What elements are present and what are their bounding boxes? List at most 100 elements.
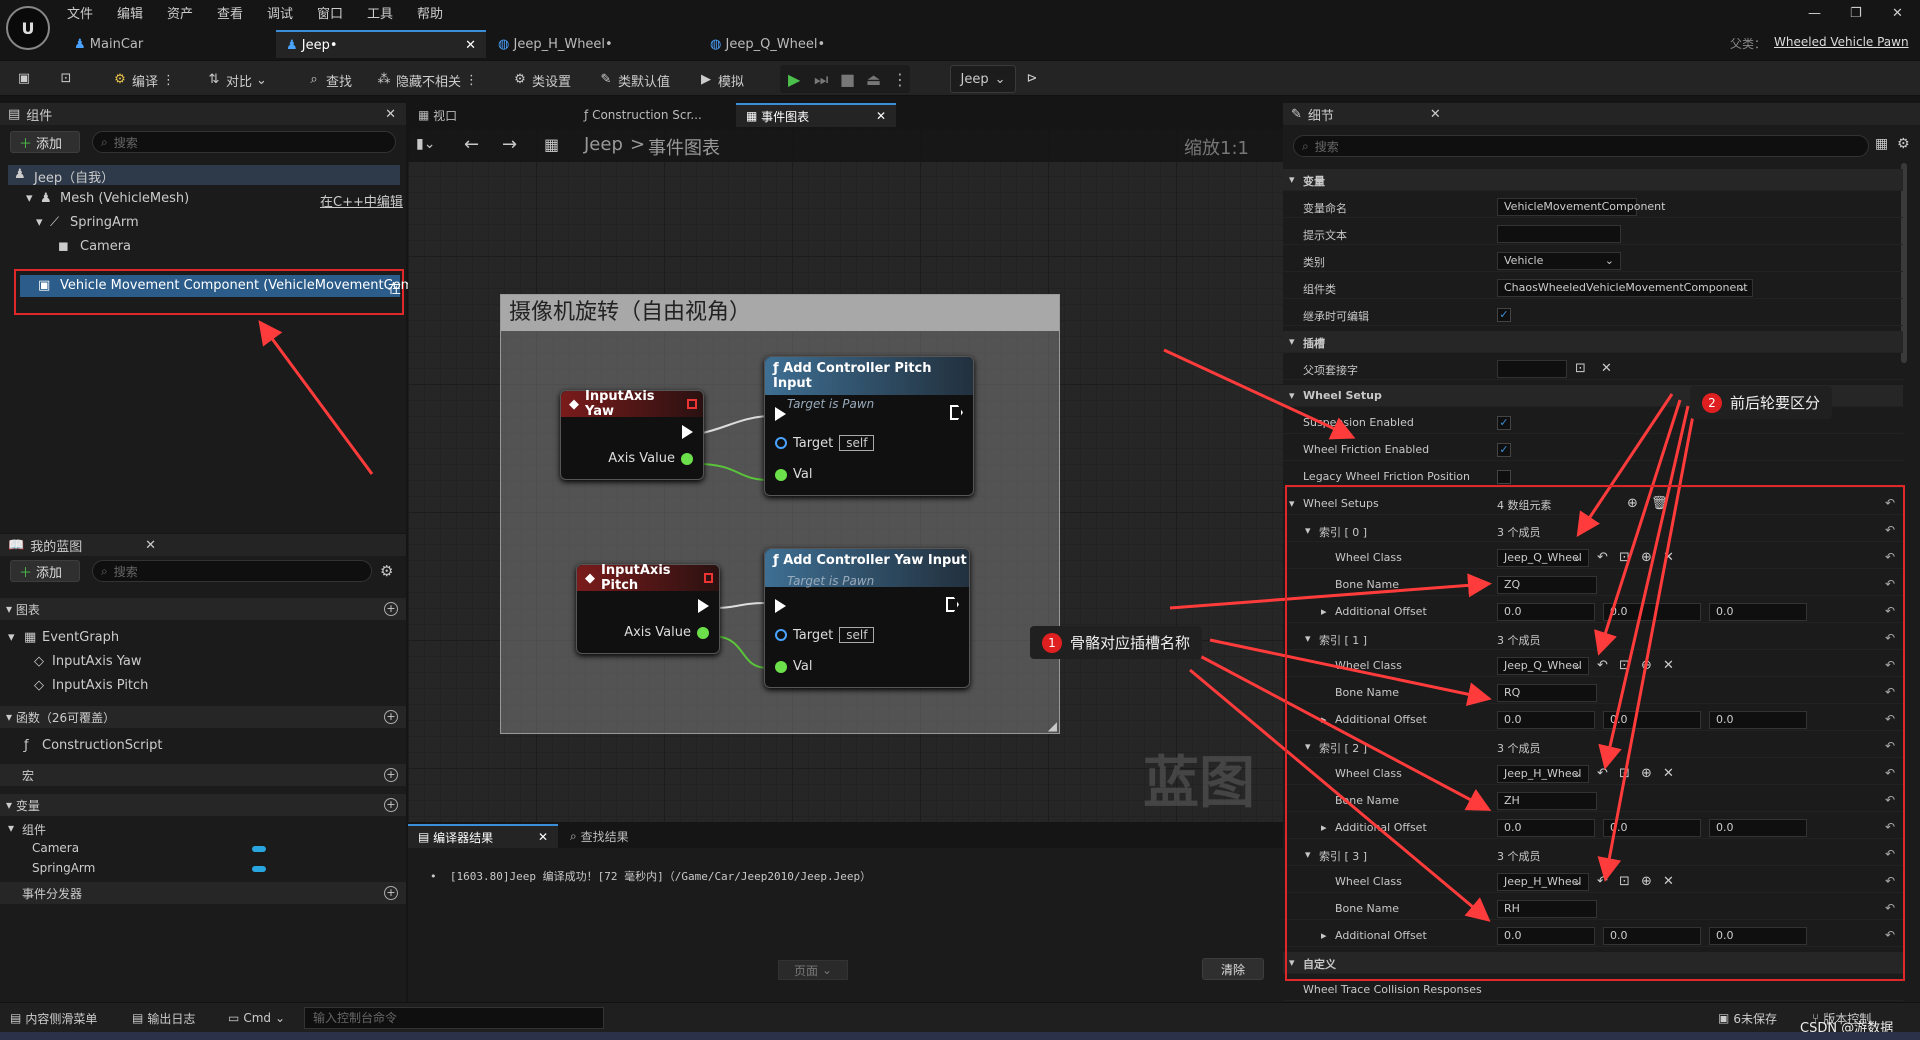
collapse-arrow-icon[interactable]: ▾ — [8, 821, 14, 835]
exec-out-pin[interactable] — [946, 597, 959, 612]
menu-window[interactable]: 窗口 — [317, 3, 343, 22]
browse-asset-icon[interactable]: ⊡ — [1619, 550, 1630, 565]
tab-construction-script[interactable]: ƒ Construction Scr... — [574, 103, 734, 127]
graph-item-eventgraph[interactable]: EventGraph — [42, 630, 119, 645]
class-defaults-button[interactable]: ✎ 类默认值 — [598, 69, 670, 91]
section-variables[interactable]: ▾ 变量 + — [0, 794, 406, 816]
section-variable[interactable]: 变量 ▾ — [1283, 169, 1903, 191]
wheel-class-select[interactable]: Jeep_H_Wheel ⌄ — [1497, 873, 1589, 891]
suspension-checkbox[interactable]: ✓ — [1497, 416, 1511, 430]
play-icon[interactable]: ▶ — [788, 70, 800, 89]
bone-name-input[interactable]: RQ — [1497, 684, 1597, 702]
val-pin[interactable]: Val — [775, 467, 812, 482]
offset-x-input[interactable]: 0.0 — [1497, 819, 1595, 837]
tab-event-graph[interactable]: ▦ 事件图表 ✕ — [736, 103, 896, 127]
row-offset-2[interactable]: Additional Offset ▸ 0.0 0.0 0.0 ↶ — [1283, 817, 1903, 839]
offset-y-input[interactable]: 0.0 — [1603, 927, 1701, 945]
browse-icon[interactable]: ⊡ — [58, 71, 74, 87]
offset-x-input[interactable]: 0.0 — [1497, 603, 1595, 621]
more-icon[interactable]: ⋮ — [162, 73, 175, 88]
row-offset-1[interactable]: Additional Offset ▸ 0.0 0.0 0.0 ↶ — [1283, 709, 1903, 731]
node-inputaxis-pitch[interactable]: ◆ InputAxis Pitch Axis Value — [576, 563, 720, 654]
expand-arrow-icon[interactable]: ▾ — [1289, 173, 1295, 186]
clear-button[interactable]: 清除 — [1202, 958, 1264, 980]
bone-name-input[interactable]: ZQ — [1497, 576, 1597, 594]
menu-edit[interactable]: 编辑 — [117, 3, 143, 22]
expand-arrow-icon[interactable]: ▾ — [1305, 740, 1311, 753]
node-inputaxis-yaw[interactable]: ◆ InputAxis Yaw Axis Value — [560, 389, 704, 480]
debug-object-select[interactable]: Jeep ⌄ — [950, 65, 1016, 93]
close-panel-icon[interactable]: ✕ — [1430, 107, 1441, 122]
reset-to-default-icon[interactable]: ↶ — [1885, 739, 1895, 753]
browse-asset-icon[interactable]: ⊡ — [1619, 874, 1630, 889]
reset-to-default-icon[interactable]: ↶ — [1885, 523, 1895, 537]
reset-to-default-icon[interactable]: ↶ — [1885, 712, 1895, 726]
details-search-input[interactable]: ⌕ 搜索 — [1293, 135, 1869, 157]
close-tab-icon[interactable]: ✕ — [538, 830, 548, 844]
browse-socket-icon[interactable]: ⊡ — [1575, 361, 1586, 376]
expand-arrow-icon[interactable]: ▾ — [1305, 848, 1311, 861]
class-settings-button[interactable]: ⚙ 类设置 — [512, 69, 571, 91]
delegate-pin-icon[interactable] — [687, 399, 697, 409]
reset-to-default-icon[interactable]: ↶ — [1885, 793, 1895, 807]
clear-asset-icon[interactable]: ✕ — [1663, 874, 1674, 889]
tab-compiler-results[interactable]: ▤ 编译器结果 ✕ — [408, 824, 558, 848]
tab-jeep[interactable]: ♟ Jeep• ✕ — [276, 30, 486, 58]
create-asset-icon[interactable]: ⊕ — [1641, 658, 1652, 673]
step-icon[interactable]: ⏭ — [814, 70, 828, 90]
add-function-icon[interactable]: + — [384, 710, 398, 724]
reset-to-default-icon[interactable]: ↶ — [1885, 658, 1895, 672]
section-custom[interactable]: 自定义 ▾ — [1283, 952, 1903, 974]
reset-to-default-icon[interactable]: ↶ — [1885, 685, 1895, 699]
add-member-button[interactable]: ＋添加 — [10, 560, 80, 582]
menu-asset[interactable]: 资产 — [167, 3, 193, 22]
friction-checkbox[interactable]: ✓ — [1497, 443, 1511, 457]
settings-gear-icon[interactable]: ⚙ — [380, 562, 393, 580]
unreal-logo-icon[interactable]: U — [6, 6, 50, 50]
expand-arrow-icon[interactable]: ▾ — [1289, 497, 1295, 510]
tab-viewport[interactable]: ▦ 视口 — [408, 103, 568, 127]
legacy-checkbox[interactable] — [1497, 470, 1511, 484]
exec-out-pin[interactable] — [682, 425, 693, 439]
reset-to-default-icon[interactable]: ↶ — [1885, 631, 1895, 645]
reset-to-default-icon[interactable]: ↶ — [1885, 847, 1895, 861]
offset-y-input[interactable]: 0.0 — [1603, 819, 1701, 837]
expand-arrow-icon[interactable]: ▸ — [1321, 605, 1327, 618]
variable-name-input[interactable]: VehicleMovementComponent — [1497, 198, 1665, 216]
close-window-icon[interactable]: ✕ — [1892, 6, 1903, 21]
add-element-icon[interactable]: ⊕ — [1627, 496, 1638, 511]
offset-z-input[interactable]: 0.0 — [1709, 711, 1807, 729]
tooltip-input[interactable] — [1497, 225, 1621, 243]
reset-to-default-icon[interactable]: ↶ — [1885, 577, 1895, 591]
clear-asset-icon[interactable]: ✕ — [1663, 766, 1674, 781]
my-blueprint-search-input[interactable]: ⌕ 搜索 — [92, 560, 372, 582]
clear-asset-icon[interactable]: ✕ — [1663, 658, 1674, 673]
event-item-yaw[interactable]: InputAxis Yaw — [52, 654, 142, 669]
tree-item-mesh[interactable]: Mesh (VehicleMesh) — [60, 191, 189, 206]
row-wheel-setups[interactable]: Wheel Setups ▾ 4 数组元素 ⊕ 🗑 ↶ — [1283, 493, 1903, 515]
tab-jeep-h-wheel[interactable]: ◍ Jeep_H_Wheel• — [488, 30, 698, 58]
close-panel-icon[interactable]: ✕ — [145, 538, 156, 553]
clear-asset-icon[interactable]: ✕ — [1663, 550, 1674, 565]
parent-class-link[interactable]: Wheeled Vehicle Pawn — [1774, 35, 1909, 49]
delegate-pin-icon[interactable] — [703, 573, 713, 583]
variable-item-camera[interactable]: Camera — [32, 841, 79, 855]
simulate-button[interactable]: ▶ 模拟 — [698, 69, 744, 91]
menu-view[interactable]: 查看 — [217, 3, 243, 22]
axis-value-pin[interactable]: Axis Value — [624, 625, 709, 640]
offset-z-input[interactable]: 0.0 — [1709, 819, 1807, 837]
close-tab-icon[interactable]: ✕ — [465, 38, 476, 53]
tree-item-springarm[interactable]: SpringArm — [70, 215, 139, 230]
close-tab-icon[interactable]: ✕ — [876, 109, 886, 123]
tree-item-camera[interactable]: Camera — [80, 239, 131, 254]
section-event-dispatchers[interactable]: 事件分发器 + — [0, 882, 406, 904]
expand-arrow-icon[interactable]: ▾ — [1289, 389, 1295, 402]
components-search-input[interactable]: ⌕ 搜索 — [92, 131, 396, 153]
axis-value-pin[interactable]: Axis Value — [608, 451, 693, 466]
offset-x-input[interactable]: 0.0 — [1497, 711, 1595, 729]
section-graphs[interactable]: ▾ 图表 + — [0, 598, 406, 620]
collapse-arrow-icon[interactable]: ▾ — [8, 630, 15, 645]
section-socket[interactable]: 插槽 ▾ — [1283, 331, 1903, 353]
use-selected-icon[interactable]: ↶ — [1597, 766, 1608, 781]
exec-in-pin[interactable] — [775, 407, 786, 421]
